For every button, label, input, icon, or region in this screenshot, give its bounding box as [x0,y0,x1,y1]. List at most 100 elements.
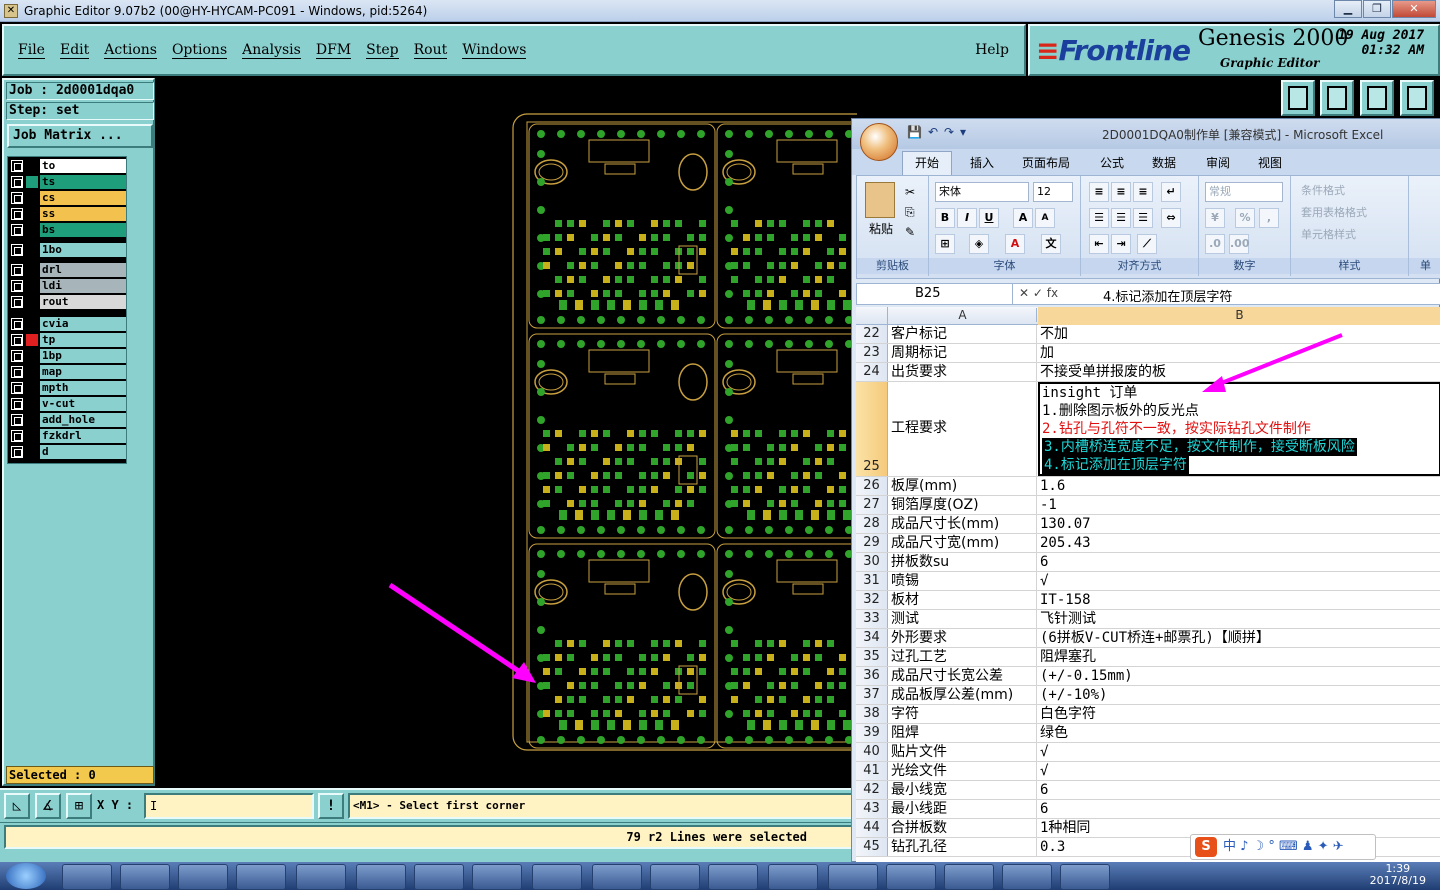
layer-checkbox[interactable] [11,350,23,362]
layer-color-swatch[interactable] [26,318,38,330]
decrease-indent-button[interactable]: ⇤ [1089,234,1109,254]
layer-checkbox[interactable] [11,160,23,172]
cell-b[interactable]: 飞针测试 [1038,610,1440,628]
tab-view[interactable]: 视图 [1258,154,1282,171]
sheet-row[interactable]: 31 喷锡 √ [856,572,1440,591]
zoom-tool-button[interactable]: ◺ [4,793,30,819]
sheet-row[interactable]: 29 成品尺寸宽(mm) 205.43 [856,534,1440,553]
layer-name[interactable]: v-cut [40,397,126,411]
layer-row-add_hole[interactable]: add_hole [10,413,126,427]
layer-name[interactable]: to [40,159,126,173]
layer-name[interactable]: 1bp [40,349,126,363]
sheet-row[interactable]: 27 铜箔厚度(OZ) -1 [856,496,1440,515]
sheet-row[interactable]: 37 成品板厚公差(mm) (+/-10%) [856,686,1440,705]
align-top-button[interactable]: ≡ [1089,182,1109,202]
grow-font-button[interactable]: A [1013,208,1033,228]
sheet-row[interactable]: 35 过孔工艺 阻焊塞孔 [856,648,1440,667]
taskbar-app-1[interactable] [62,864,112,890]
layer-checkbox[interactable] [11,334,23,346]
layer-name[interactable]: fzkdrl [40,429,126,443]
row-number[interactable]: 22 [856,325,888,343]
cell-a[interactable]: 喷锡 [889,572,1037,590]
layer-checkbox[interactable] [11,192,23,204]
select-all-corner[interactable] [856,307,888,325]
sheet-row[interactable]: 40 贴片文件 √ [856,743,1440,762]
layer-name[interactable]: bs [40,223,126,237]
layer-row-1bo[interactable]: 1bo [10,243,126,257]
row-number[interactable]: 28 [856,515,888,533]
menu-dfm[interactable]: DFM [315,42,352,59]
sheet-row[interactable]: 26 板厚(mm) 1.6 [856,477,1440,496]
cell-b[interactable]: 不加 [1038,325,1440,343]
row-number[interactable]: 39 [856,724,888,742]
phonetic-button[interactable]: 文 [1041,234,1061,254]
row-number[interactable]: 40 [856,743,888,761]
layer-row-mpth[interactable]: mpth [10,381,126,395]
row-number[interactable]: 25 [856,382,888,476]
layer-row-ldi[interactable]: ldi [10,279,126,293]
italic-button[interactable]: I [957,208,977,228]
taskbar-app-4[interactable] [236,864,286,890]
taskbar-app-9[interactable] [532,864,582,890]
format-table-button[interactable]: 套用表格格式 [1301,204,1367,220]
cell-a[interactable]: 钻孔孔径 [889,838,1037,856]
sheet-row[interactable]: 36 成品尺寸长宽公差 (+/-0.15mm) [856,667,1440,686]
layer-color-swatch[interactable] [26,296,38,308]
layer-checkbox[interactable] [11,398,23,410]
layer-name[interactable]: 1bo [40,243,126,257]
sheet-row[interactable]: 23 周期标记加 [856,344,1440,363]
cell-b[interactable]: √ [1038,743,1440,761]
increase-indent-button[interactable]: ⇥ [1111,234,1131,254]
ime-toolbar[interactable]: S 中 ♪ ☽ ° ⌨ ♟ ✦ ✈ [1190,834,1376,860]
layer-row-fzkdrl[interactable]: fzkdrl [10,429,126,443]
cell-a[interactable]: 合拼板数 [889,819,1037,837]
menu-options[interactable]: Options [171,42,228,59]
cell-b[interactable]: 6 [1038,800,1440,818]
sheet-row[interactable]: 33 测试 飞针测试 [856,610,1440,629]
layer-row-v-cut[interactable]: v-cut [10,397,126,411]
layer-row-bs[interactable]: bs [10,223,126,237]
grid-tool-button[interactable]: ⊞ [66,793,92,819]
cell-b[interactable]: (+/-0.15mm) [1038,667,1440,685]
comma-button[interactable]: , [1259,208,1279,228]
row-number[interactable]: 35 [856,648,888,666]
toolbar-button-1[interactable] [1281,80,1315,116]
menu-rout[interactable]: Rout [413,42,448,59]
cell-a[interactable]: 出货要求 [889,363,1037,381]
taskbar-app-16[interactable] [944,864,994,890]
toolbar-button-4[interactable] [1400,80,1434,116]
cell-a[interactable]: 贴片文件 [889,743,1037,761]
tab-review[interactable]: 审阅 [1206,154,1230,171]
layer-name[interactable]: cs [40,191,126,205]
row-number[interactable]: 36 [856,667,888,685]
cell-b[interactable]: IT-158 [1038,591,1440,609]
layer-checkbox[interactable] [11,296,23,308]
taskbar-app-14[interactable] [828,864,878,890]
taskbar-app-18[interactable] [1060,864,1110,890]
cell-a[interactable]: 工程要求 [889,382,1037,476]
cell-a[interactable]: 过孔工艺 [889,648,1037,666]
orientation-button[interactable]: ⟋ [1137,234,1157,254]
cell-b[interactable]: 加 [1038,344,1440,362]
layer-color-swatch[interactable] [26,224,38,236]
layer-checkbox[interactable] [11,382,23,394]
menu-actions[interactable]: Actions [104,42,157,59]
cell-a[interactable]: 板材 [889,591,1037,609]
layer-checkbox[interactable] [11,430,23,442]
cell-a[interactable]: 测试 [889,610,1037,628]
column-a-header[interactable]: A [889,308,1037,322]
wrap-text-button[interactable]: ↵ [1161,182,1181,202]
cell-b[interactable]: 6 [1038,781,1440,799]
cell-b[interactable]: (6拼板V-CUT桥连+邮票孔)【顺拼】 [1038,629,1440,647]
taskbar-app-2[interactable] [120,864,170,890]
tab-page-layout[interactable]: 页面布局 [1022,154,1070,171]
layer-color-swatch[interactable] [26,244,38,256]
office-button[interactable] [860,123,898,161]
layer-name[interactable]: tp [40,333,126,347]
row-number[interactable]: 27 [856,496,888,514]
sheet-row[interactable]: 32 板材 IT-158 [856,591,1440,610]
layer-name[interactable]: ss [40,207,126,221]
layer-color-swatch[interactable] [26,414,38,426]
cell-a[interactable]: 铜箔厚度(OZ) [889,496,1037,514]
cell-a[interactable]: 最小线宽 [889,781,1037,799]
